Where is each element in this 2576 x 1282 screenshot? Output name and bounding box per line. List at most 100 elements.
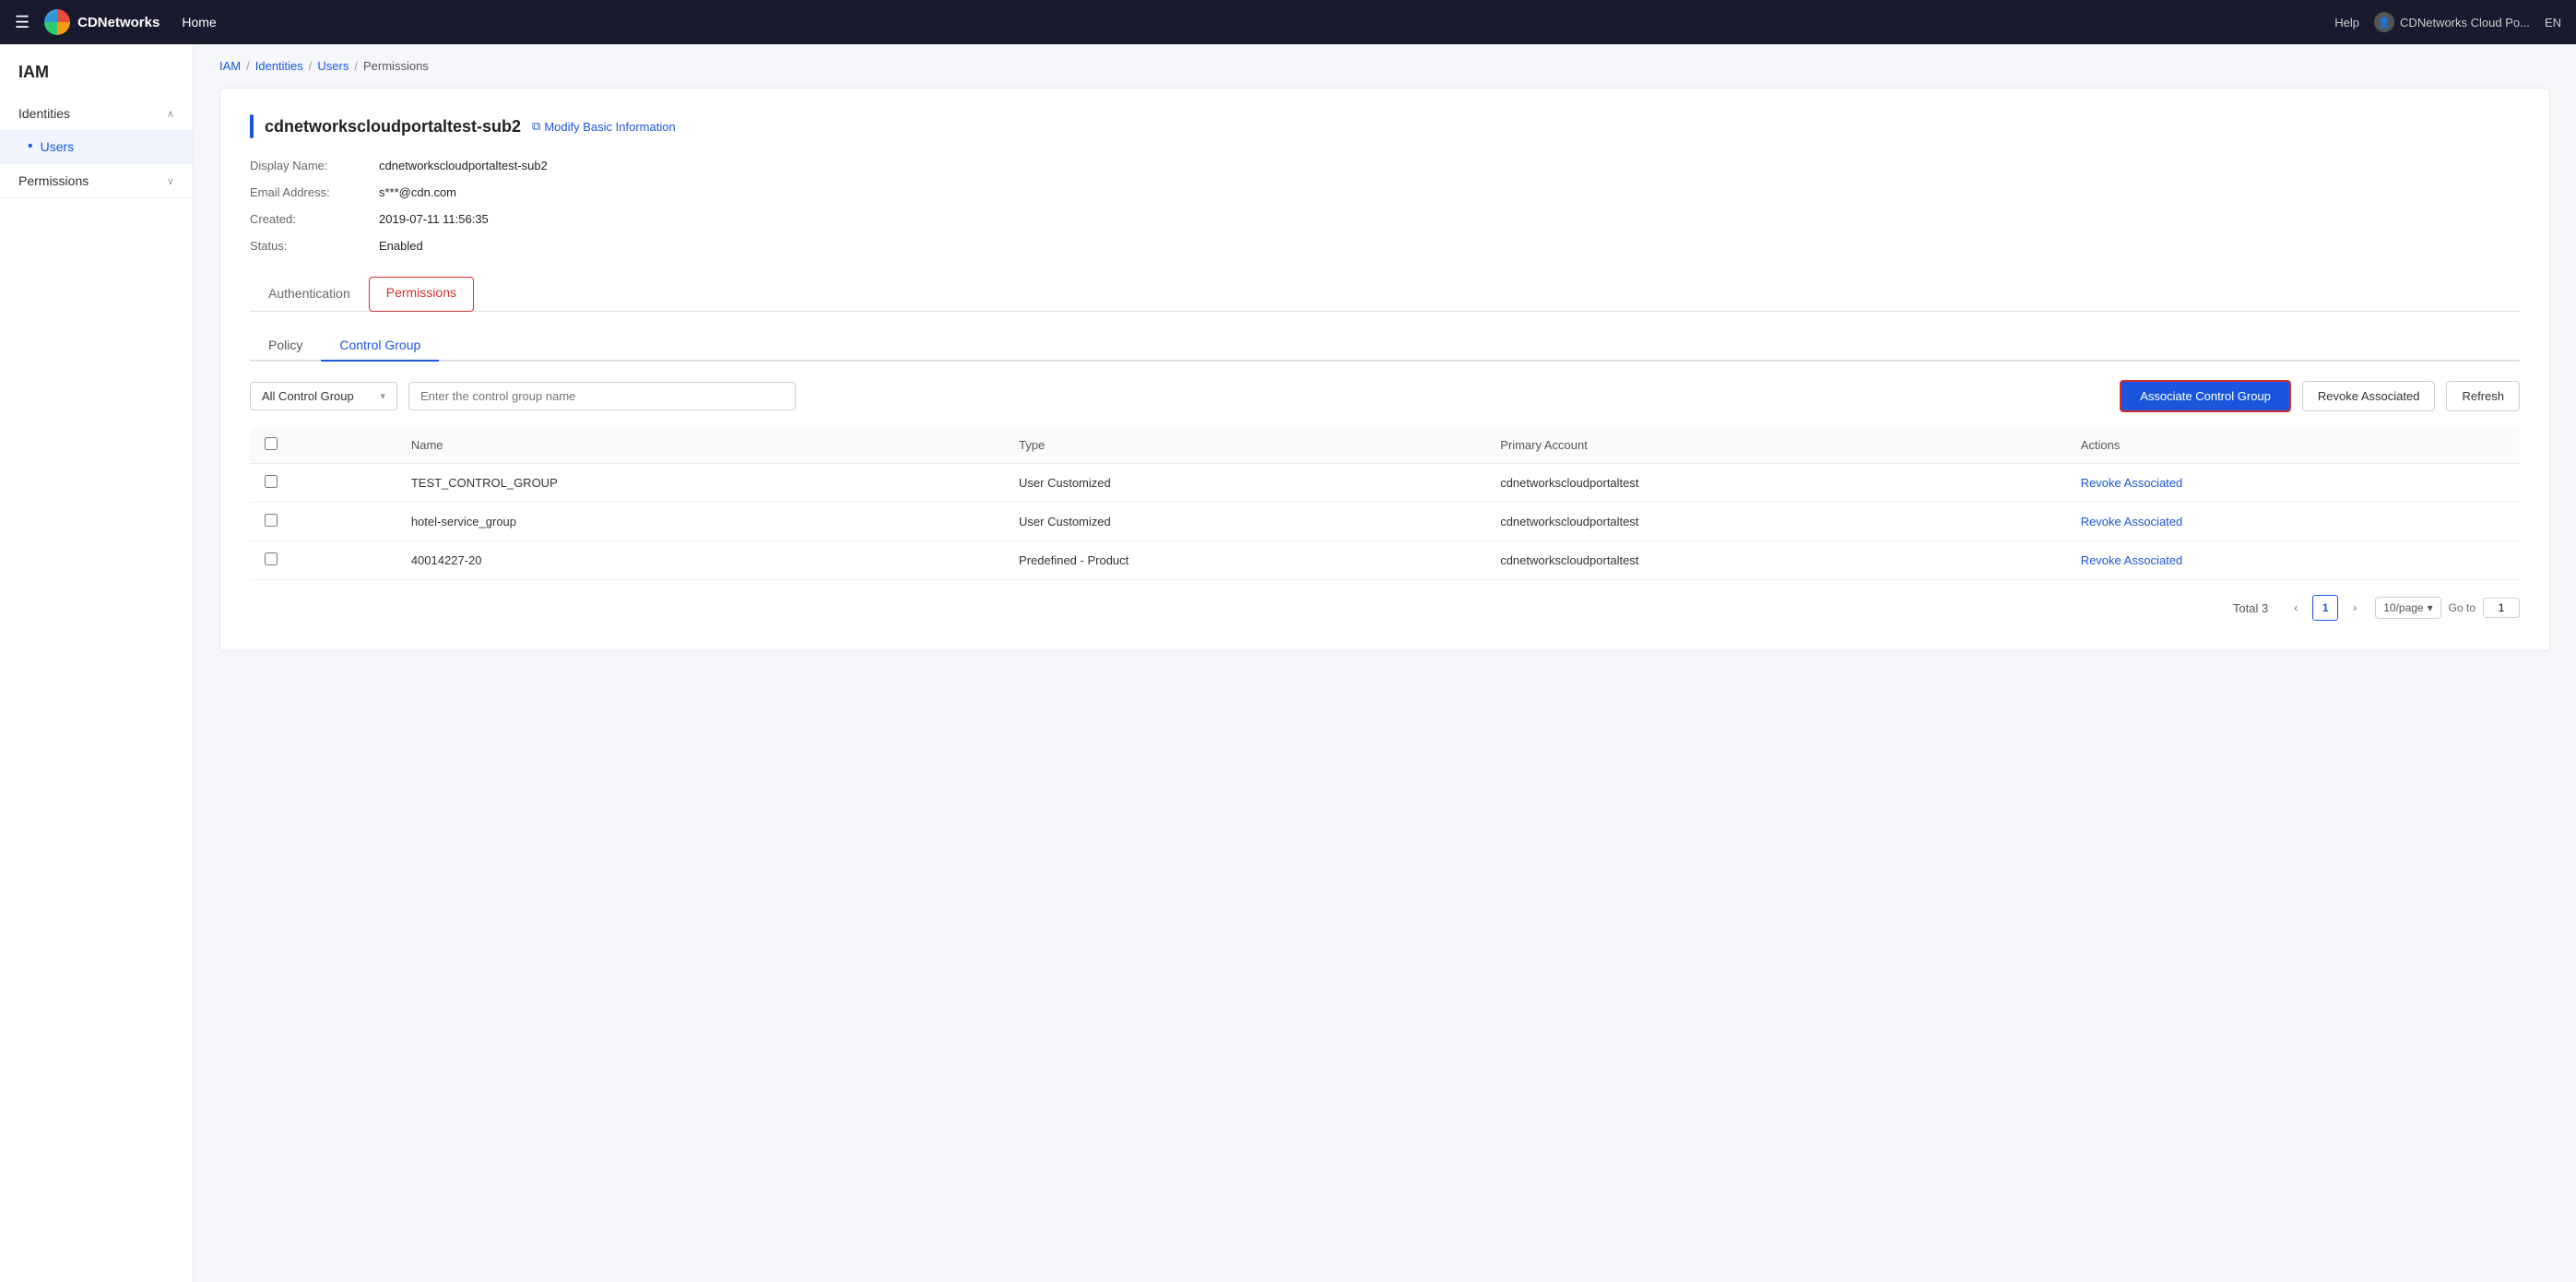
breadcrumb-iam[interactable]: IAM — [219, 59, 241, 73]
row-checkbox-cell — [250, 464, 396, 503]
pagination-total: Total 3 — [2233, 601, 2268, 615]
associate-control-group-button[interactable]: Associate Control Group — [2120, 380, 2291, 412]
tab-permissions[interactable]: Permissions — [369, 277, 474, 312]
table-row: TEST_CONTROL_GROUP User Customized cdnet… — [250, 464, 2520, 503]
main-content: IAM / Identities / Users / Permissions c… — [194, 44, 2576, 1282]
breadcrumb-sep-2: / — [309, 59, 313, 73]
help-link[interactable]: Help — [2334, 16, 2359, 30]
dropdown-label: All Control Group — [262, 389, 354, 403]
user-avatar: 👤 — [2374, 12, 2394, 32]
per-page-select[interactable]: 10/page ▾ — [2375, 597, 2440, 619]
user-header: cdnetworkscloudportaltest-sub2 ⧉ Modify … — [250, 114, 2520, 138]
row-primary-account: cdnetworkscloudportaltest — [1485, 464, 2065, 503]
row-checkbox[interactable] — [265, 552, 278, 565]
chevron-up-icon: ∧ — [167, 108, 174, 120]
search-input[interactable] — [408, 382, 796, 410]
breadcrumb: IAM / Identities / Users / Permissions — [194, 44, 2576, 88]
row-checkbox[interactable] — [265, 475, 278, 488]
table-row: 40014227-20 Predefined - Product cdnetwo… — [250, 541, 2520, 580]
top-nav-right: Help 👤 CDNetworks Cloud Po... EN — [2334, 12, 2561, 32]
row-primary-account: cdnetworkscloudportaltest — [1485, 503, 2065, 541]
per-page-label: 10/page — [2383, 601, 2423, 614]
row-checkbox-cell — [250, 541, 396, 580]
row-type: Predefined - Product — [1004, 541, 1485, 580]
chevron-down-icon: ▾ — [380, 390, 385, 402]
email-label: Email Address: — [250, 184, 379, 201]
sidebar-group-identities-label: Identities — [18, 106, 70, 121]
chevron-down-icon: ∨ — [167, 175, 174, 187]
user-name: cdnetworkscloudportaltest-sub2 — [265, 117, 521, 137]
goto-label: Go to — [2449, 601, 2476, 614]
pagination: Total 3 ‹ 1 › 10/page ▾ Go to — [250, 580, 2520, 624]
top-navigation: ☰ CDNetworks Home Help 👤 CDNetworks Clou… — [0, 0, 2576, 44]
revoke-action-link[interactable]: Revoke Associated — [2081, 515, 2183, 528]
goto-input[interactable] — [2483, 598, 2520, 618]
next-page-button[interactable]: › — [2342, 595, 2368, 621]
revoke-associated-button[interactable]: Revoke Associated — [2302, 381, 2436, 411]
breadcrumb-current: Permissions — [363, 59, 429, 73]
row-primary-account: cdnetworkscloudportaltest — [1485, 541, 2065, 580]
col-name: Name — [396, 427, 1004, 464]
row-action-cell: Revoke Associated — [2066, 541, 2520, 580]
table-header-row: Name Type Primary Account Actions — [250, 427, 2520, 464]
main-tabs: Authentication Permissions — [250, 277, 2520, 312]
created-label: Created: — [250, 210, 379, 228]
home-link[interactable]: Home — [182, 15, 216, 30]
row-name: hotel-service_group — [396, 503, 1004, 541]
col-type: Type — [1004, 427, 1485, 464]
select-all-checkbox[interactable] — [265, 437, 278, 450]
language-selector[interactable]: EN — [2545, 16, 2561, 30]
row-name: 40014227-20 — [396, 541, 1004, 580]
sidebar-group-permissions-label: Permissions — [18, 173, 89, 188]
revoke-action-link[interactable]: Revoke Associated — [2081, 553, 2183, 567]
logo-circle-icon — [44, 9, 70, 35]
refresh-button[interactable]: Refresh — [2446, 381, 2520, 411]
status-value: Enabled — [379, 237, 2520, 255]
row-type: User Customized — [1004, 464, 1485, 503]
sub-tab-control-group[interactable]: Control Group — [321, 330, 439, 362]
info-grid: Display Name: cdnetworkscloudportaltest-… — [250, 157, 2520, 255]
sub-tabs: Policy Control Group — [250, 330, 2520, 362]
row-type: User Customized — [1004, 503, 1485, 541]
control-group-filter-dropdown[interactable]: All Control Group ▾ — [250, 382, 397, 410]
prev-page-button[interactable]: ‹ — [2283, 595, 2309, 621]
col-checkbox — [250, 427, 396, 464]
sidebar-group-permissions-header[interactable]: Permissions ∨ — [0, 164, 193, 197]
email-value: s***@cdn.com — [379, 184, 2520, 201]
display-name-value: cdnetworkscloudportaltest-sub2 — [379, 157, 2520, 174]
table-row: hotel-service_group User Customized cdne… — [250, 503, 2520, 541]
user-info[interactable]: 👤 CDNetworks Cloud Po... — [2374, 12, 2530, 32]
status-label: Status: — [250, 237, 379, 255]
row-checkbox[interactable] — [265, 514, 278, 527]
modify-link[interactable]: ⧉ Modify Basic Information — [532, 119, 676, 134]
edit-icon: ⧉ — [532, 119, 540, 134]
tab-authentication[interactable]: Authentication — [250, 277, 369, 312]
breadcrumb-sep-1: / — [246, 59, 250, 73]
current-page[interactable]: 1 — [2312, 595, 2338, 621]
revoke-action-link[interactable]: Revoke Associated — [2081, 476, 2183, 490]
sidebar-group-identities-header[interactable]: Identities ∧ — [0, 97, 193, 130]
sidebar-group-identities: Identities ∧ Users — [0, 97, 193, 164]
logo: CDNetworks — [44, 9, 160, 35]
per-page-chevron: ▾ — [2428, 601, 2433, 614]
sidebar-item-users[interactable]: Users — [0, 130, 193, 163]
breadcrumb-sep-3: / — [354, 59, 358, 73]
page-nav: ‹ 1 › — [2283, 595, 2368, 621]
menu-icon[interactable]: ☰ — [15, 13, 30, 32]
control-group-table: Name Type Primary Account Actions TEST_C… — [250, 427, 2520, 580]
user-header-bar — [250, 114, 254, 138]
row-name: TEST_CONTROL_GROUP — [396, 464, 1004, 503]
col-actions: Actions — [2066, 427, 2520, 464]
user-label: CDNetworks Cloud Po... — [2400, 16, 2530, 30]
col-primary-account: Primary Account — [1485, 427, 2065, 464]
user-detail-card: cdnetworkscloudportaltest-sub2 ⧉ Modify … — [219, 88, 2550, 651]
row-checkbox-cell — [250, 503, 396, 541]
sidebar: IAM Identities ∧ Users Permissions ∨ — [0, 44, 194, 1282]
brand-name: CDNetworks — [77, 15, 160, 30]
sub-tab-policy[interactable]: Policy — [250, 330, 321, 362]
breadcrumb-identities[interactable]: Identities — [255, 59, 303, 73]
breadcrumb-users[interactable]: Users — [317, 59, 349, 73]
row-action-cell: Revoke Associated — [2066, 503, 2520, 541]
row-action-cell: Revoke Associated — [2066, 464, 2520, 503]
sidebar-group-permissions: Permissions ∨ — [0, 164, 193, 198]
